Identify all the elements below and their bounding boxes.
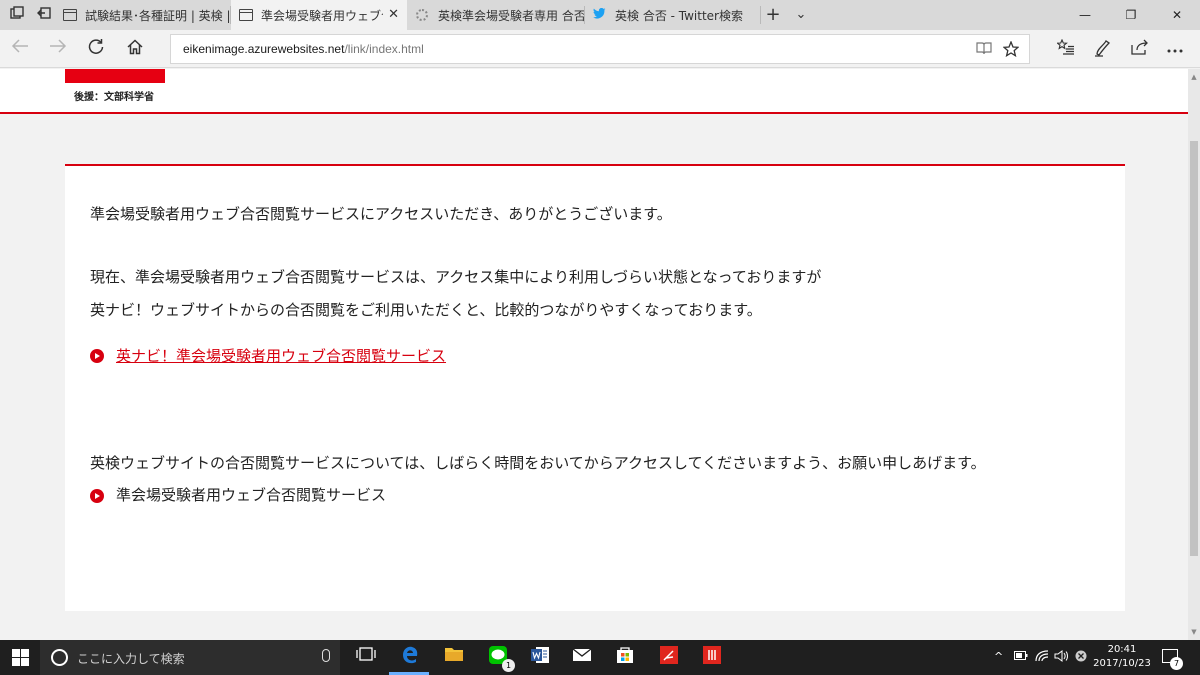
- eiken-navi-link[interactable]: 英ナビ！準会場受験者用ウェブ合否閲覧サービス: [116, 345, 446, 366]
- tab-eiken-exclusive[interactable]: 英検準会場受験者専用 合否: [408, 0, 584, 30]
- reading-view-icon[interactable]: [975, 41, 993, 59]
- file-explorer-icon[interactable]: [441, 645, 467, 671]
- cortana-icon[interactable]: [51, 649, 68, 666]
- notice-line-1: 現在、準会場受験者用ウェブ合否閲覧サービスは、アクセス集中により利用しづらい状態…: [90, 268, 822, 286]
- forward-icon[interactable]: [46, 38, 70, 60]
- eiken-site-link[interactable]: 準会場受験者用ウェブ合否閲覧サービス: [116, 484, 386, 505]
- wifi-icon[interactable]: [1035, 650, 1049, 665]
- scrollbar-thumb[interactable]: [1190, 141, 1198, 556]
- show-hidden-icons-chevron-icon[interactable]: ^: [994, 650, 1003, 663]
- greeting-text: 準会場受験者用ウェブ合否閲覧サービスにアクセスいただき、ありがとうございます。: [90, 205, 672, 223]
- eiken-logo[interactable]: [65, 69, 165, 83]
- volume-icon[interactable]: [1054, 650, 1068, 665]
- share-icon[interactable]: [1130, 39, 1150, 59]
- tab-list-chevron-icon[interactable]: ⌄: [792, 6, 810, 24]
- home-icon[interactable]: [123, 38, 147, 60]
- bullet-arrow-icon: [90, 489, 104, 503]
- line-badge: 1: [502, 659, 515, 672]
- notification-count-badge: 7: [1170, 657, 1183, 670]
- vertical-scrollbar[interactable]: ▲ ▼: [1188, 69, 1200, 640]
- notice-line-3: 英検ウェブサイトの合否閲覧サービスについては、しばらく時間をおいてからアクセスし…: [90, 454, 986, 472]
- close-window-button[interactable]: ✕: [1154, 0, 1200, 30]
- address-bar[interactable]: eikenimage.azurewebsites.net/link/index.…: [170, 34, 1030, 64]
- clock-date: 2017/10/23: [1093, 658, 1151, 669]
- loading-icon: [416, 9, 428, 21]
- restore-button[interactable]: ❐: [1108, 0, 1154, 30]
- notice-line-2: 英ナビ！ウェブサイトからの合否閲覧をご利用いただくと、比較的つながりやすくなって…: [90, 301, 762, 319]
- scroll-up-icon[interactable]: ▲: [1188, 71, 1200, 83]
- store-icon[interactable]: [612, 645, 638, 671]
- acrobat-icon[interactable]: [656, 645, 682, 671]
- search-placeholder: ここに入力して検索: [77, 652, 185, 666]
- page-icon: [63, 9, 77, 21]
- more-icon[interactable]: [1165, 39, 1185, 59]
- tab-title: 試験結果･各種証明 | 英検 |: [85, 8, 230, 23]
- tab-web-result[interactable]: 準会場受験者用ウェブ合否 ✕: [231, 0, 407, 30]
- word-icon[interactable]: [527, 645, 553, 671]
- back-icon[interactable]: [8, 38, 32, 60]
- windows-start-icon[interactable]: [12, 649, 29, 666]
- battery-icon[interactable]: [1014, 650, 1028, 663]
- new-tab-button[interactable]: +: [764, 6, 782, 24]
- system-clock[interactable]: 20:41 2017/10/23: [1092, 643, 1152, 671]
- clock-time: 20:41: [1107, 644, 1137, 655]
- bullet-arrow-icon: [90, 349, 104, 363]
- task-view-icon[interactable]: [353, 645, 379, 671]
- refresh-icon[interactable]: [84, 38, 108, 60]
- tab-preview-icon[interactable]: [8, 6, 26, 24]
- url-text: eikenimage.azurewebsites.net/link/index.…: [183, 42, 424, 56]
- tab-title: 英検準会場受験者専用 合否: [438, 8, 584, 23]
- edge-icon[interactable]: [397, 645, 423, 671]
- navigation-bar: eikenimage.azurewebsites.net/link/index.…: [0, 30, 1200, 68]
- tab-twitter-search[interactable]: 英検 合否 - Twitter検索: [585, 0, 760, 30]
- page-viewport: 後援：文部科学省 準会場受験者用ウェブ合否閲覧サービスにアクセスいただき、ありが…: [0, 69, 1188, 640]
- sponsor-text: 後援：文部科学省: [74, 92, 154, 103]
- microphone-icon[interactable]: [322, 649, 330, 662]
- favorite-star-icon[interactable]: [1002, 40, 1020, 59]
- tab-exam-results[interactable]: 試験結果･各種証明 | 英検 |: [55, 0, 230, 30]
- taskbar-search-box[interactable]: ここに入力して検索: [40, 640, 340, 675]
- mail-icon[interactable]: [569, 645, 595, 671]
- hub-icon[interactable]: [1056, 38, 1076, 59]
- tab-bar: 試験結果･各種証明 | 英検 | 準会場受験者用ウェブ合否 ✕ 英検準会場受験者…: [0, 0, 1200, 30]
- tab-title: 英検 合否 - Twitter検索: [615, 8, 743, 23]
- error-status-icon[interactable]: [1075, 650, 1087, 665]
- twitter-icon: [593, 7, 607, 22]
- taskbar: ここに入力して検索 1 ^ 20:41 2017/10/23 7: [0, 640, 1200, 675]
- scroll-down-icon[interactable]: ▼: [1188, 626, 1200, 638]
- page-icon: [239, 9, 253, 21]
- notice-card: 準会場受験者用ウェブ合否閲覧サービスにアクセスいただき、ありがとうございます。 …: [65, 164, 1125, 611]
- site-header: 後援：文部科学省: [0, 69, 1188, 114]
- tab-title: 準会場受験者用ウェブ合否: [261, 8, 383, 23]
- minimize-button[interactable]: —: [1062, 0, 1108, 30]
- web-note-icon[interactable]: [1093, 39, 1113, 59]
- red-app-icon[interactable]: [699, 645, 725, 671]
- close-tab-icon[interactable]: ✕: [388, 7, 399, 22]
- set-aside-icon[interactable]: [35, 6, 53, 24]
